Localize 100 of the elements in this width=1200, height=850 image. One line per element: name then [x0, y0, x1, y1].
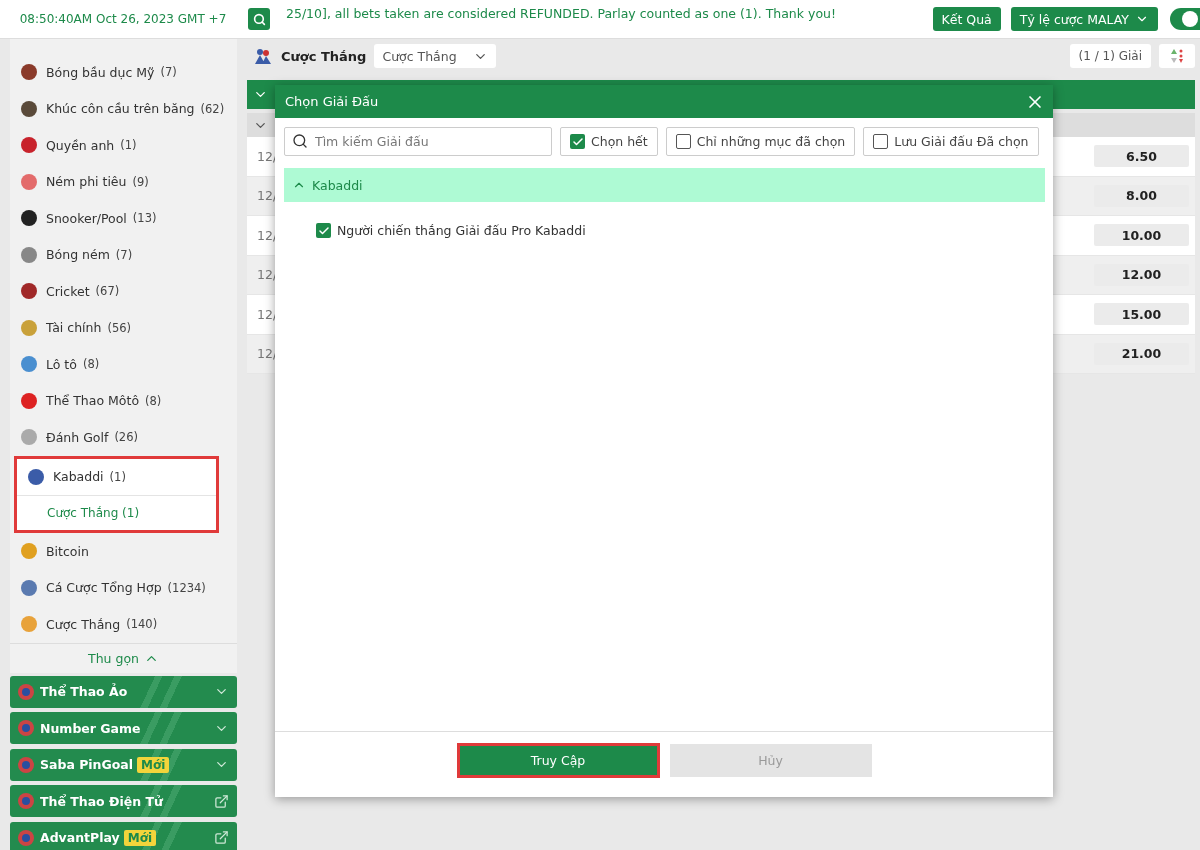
- sport-icon: [20, 171, 40, 192]
- sport-icon: [27, 466, 47, 487]
- group-label: Kabaddi: [312, 177, 363, 193]
- section-label: Thể Thao Điện Tử: [40, 793, 163, 809]
- group-header[interactable]: Kabaddi: [284, 168, 1045, 202]
- section-label: Saba PinGoal: [40, 757, 134, 772]
- sport-label: Khúc côn cầu trên băng: [46, 101, 195, 117]
- sport-item[interactable]: Bitcoin: [10, 533, 237, 570]
- section-label: AdvantPlay: [40, 830, 120, 845]
- sport-label: Tài chính: [46, 320, 102, 336]
- sport-icon: [20, 427, 40, 448]
- item-count: (9): [132, 174, 149, 189]
- sport-icon: [20, 577, 40, 598]
- league-label: Người chiến thắng Giải đấu Pro Kabaddi: [337, 223, 586, 238]
- confirm-button[interactable]: Truy Cập: [456, 743, 660, 778]
- sport-item[interactable]: Tài chính (56): [10, 309, 237, 346]
- sport-item[interactable]: Quyền anh (1): [10, 127, 237, 164]
- search-icon: [252, 12, 266, 26]
- item-count: (26): [114, 430, 138, 445]
- search-field[interactable]: Tìm kiếm Giải đấu: [284, 127, 552, 156]
- odds-button[interactable]: 8.00: [1094, 184, 1189, 207]
- external-link-icon: [214, 793, 229, 809]
- sport-icon: [20, 244, 40, 265]
- sport-item[interactable]: Bóng ném (7): [10, 236, 237, 273]
- search-icon: [292, 133, 308, 149]
- sport-label: Bóng ném: [46, 247, 110, 263]
- sport-label: Quyền anh: [46, 137, 115, 153]
- sport-item[interactable]: Ném phi tiêu (9): [10, 163, 237, 200]
- item-count: (8): [82, 357, 100, 372]
- option-label: Lưu Giải đấu Đã chọn: [894, 134, 1029, 149]
- sport-label: Đánh Golf: [46, 429, 109, 445]
- sport-item[interactable]: Thể Thao Môtô (8): [10, 382, 237, 419]
- toggle-switch[interactable]: [1170, 8, 1200, 30]
- section-bar[interactable]: Number Game: [10, 712, 237, 744]
- news-ticker: 25/10], all bets taken are considered REFUNDED. Parlay counted as one (1). Thank you!: [286, 5, 837, 21]
- option-checkbox[interactable]: Chọn hết: [560, 127, 658, 156]
- sport-icon: [20, 354, 40, 375]
- sport-label: Kabaddi: [53, 469, 104, 485]
- league-count: (1 / 1) Giải: [1069, 44, 1151, 68]
- sport-icon: [20, 614, 40, 635]
- external-link-icon: [214, 830, 229, 845]
- sport-icon: [20, 541, 40, 562]
- dialog-title: Chọn Giải Đấu: [285, 94, 379, 109]
- search-button[interactable]: [248, 8, 270, 30]
- section-bar[interactable]: Saba PinGoal Mới: [10, 748, 237, 781]
- odds-button[interactable]: 12.00: [1094, 263, 1189, 286]
- option-label: Chọn hết: [591, 134, 648, 149]
- section-icon: [16, 718, 36, 738]
- sport-item[interactable]: Bóng bầu dục Mỹ (7): [10, 54, 237, 91]
- item-count: (56): [107, 320, 131, 335]
- sport-label: Lô tô: [46, 356, 77, 372]
- sport-icon: [20, 317, 40, 338]
- odds-type-dropdown[interactable]: Tỷ lệ cược MALAY: [1010, 7, 1158, 31]
- sport-label: Bitcoin: [46, 543, 89, 559]
- sport-label: Cricket: [46, 283, 90, 299]
- market-select[interactable]: Cược Thắng: [374, 44, 497, 68]
- section-bar[interactable]: Thể Thao Ảo: [10, 675, 237, 708]
- clock-text: 08:50:40AM Oct 26, 2023 GMT +7: [18, 12, 228, 26]
- sport-label: Snooker/Pool: [46, 210, 127, 226]
- sport-icon: [20, 135, 40, 156]
- sport-icon: [20, 208, 40, 229]
- sort-button[interactable]: [1159, 44, 1195, 68]
- sport-icon: [20, 390, 40, 411]
- sport-label: Cá Cược Tổng Hợp: [46, 580, 162, 596]
- sub-item[interactable]: Cược Thắng (1): [17, 495, 216, 530]
- section-icon: [16, 681, 36, 702]
- odds-button[interactable]: 6.50: [1094, 145, 1189, 168]
- item-count: (1234): [167, 580, 206, 595]
- item-count: (13): [132, 211, 157, 226]
- players-icon: [253, 46, 273, 66]
- item-count: (7): [115, 247, 133, 262]
- sport-item[interactable]: Đánh Golf (26): [10, 419, 237, 456]
- sport-item[interactable]: Lô tô (8): [10, 346, 237, 383]
- sport-icon: [20, 62, 40, 83]
- sport-item[interactable]: Cá Cược Tổng Hợp (1234): [10, 569, 237, 606]
- sport-item[interactable]: Snooker/Pool (13): [10, 200, 237, 237]
- option-checkbox[interactable]: Chỉ những mục đã chọn: [665, 127, 856, 156]
- odds-button[interactable]: 10.00: [1094, 224, 1189, 247]
- section-label: Thể Thao Ảo: [40, 684, 128, 699]
- section-label: Number Game: [40, 720, 141, 736]
- section-bar[interactable]: Thể Thao Điện Tử: [10, 785, 237, 817]
- sport-item[interactable]: Cược Thắng (140): [10, 606, 237, 643]
- sport-item[interactable]: Khúc côn cầu trên băng (62): [10, 90, 237, 127]
- option-checkbox[interactable]: Lưu Giải đấu Đã chọn: [863, 127, 1039, 156]
- sport-item[interactable]: Cricket (67): [10, 273, 237, 310]
- item-count: (67): [95, 284, 120, 299]
- section-icon: [16, 754, 36, 775]
- option-label: Chỉ những mục đã chọn: [696, 134, 846, 149]
- odds-button[interactable]: 21.00: [1094, 342, 1189, 365]
- sport-item[interactable]: Kabaddi (1): [17, 458, 216, 495]
- results-button[interactable]: Kết Quả: [932, 7, 1001, 31]
- league-checkbox[interactable]: Người chiến thắng Giải đấu Pro Kabaddi: [284, 202, 1045, 238]
- item-count: (62): [200, 101, 225, 116]
- sport-label: Ném phi tiêu: [46, 174, 127, 190]
- item-count: (140): [126, 617, 158, 632]
- sort-icon: [1170, 47, 1184, 65]
- odds-button[interactable]: 15.00: [1094, 303, 1189, 326]
- section-bar[interactable]: AdvantPlay Mới: [10, 821, 237, 850]
- item-count: (8): [145, 393, 162, 408]
- item-count: (1): [120, 138, 137, 153]
